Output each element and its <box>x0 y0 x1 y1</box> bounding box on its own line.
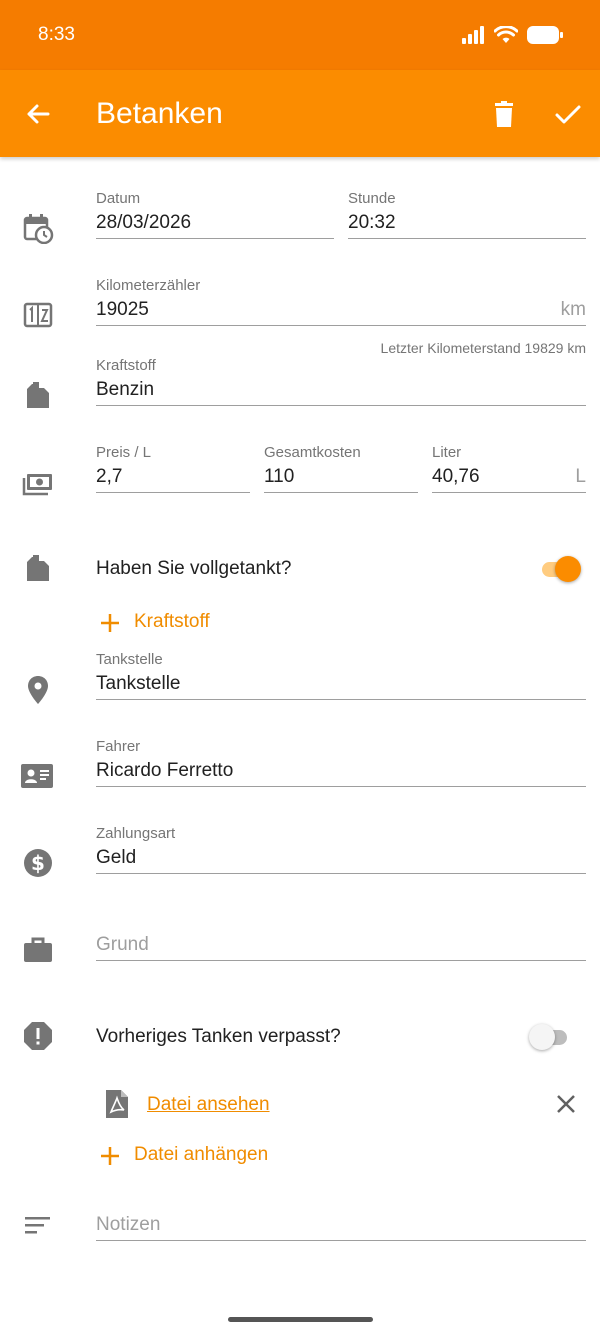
fuel-can-icon <box>27 555 49 581</box>
app-bar: Betanken <box>0 70 600 157</box>
briefcase-icon <box>24 937 52 962</box>
odometer-unit: km <box>560 299 586 320</box>
driver-value: Ricardo Ferretto <box>96 760 234 781</box>
odometer-field[interactable]: Kilometerzähler 19025 km <box>96 277 586 333</box>
full-tank-label: Haben Sie vollgetankt? <box>96 558 292 579</box>
full-tank-toggle[interactable] <box>538 554 582 584</box>
dollar-icon: $ <box>24 849 52 877</box>
liters-label: Liter <box>432 444 462 461</box>
wifi-icon <box>494 26 518 43</box>
total-cost-value: 110 <box>264 466 295 487</box>
liters-value: 40,76 <box>432 466 480 487</box>
alert-octagon-icon <box>24 1022 52 1050</box>
attach-file-button[interactable]: Datei anhängen <box>134 1144 268 1166</box>
odometer-icon <box>23 302 53 328</box>
view-file-link[interactable]: Datei ansehen <box>147 1094 270 1116</box>
missed-refuel-label: Vorheriges Tanken verpasst? <box>96 1026 341 1047</box>
price-field[interactable]: Preis / L 2,7 <box>96 444 250 500</box>
driver-field[interactable]: Fahrer Ricardo Ferretto <box>96 738 586 794</box>
liters-field[interactable]: Liter 40,76 L <box>432 444 586 500</box>
odometer-value: 19025 <box>96 299 149 320</box>
price-label: Preis / L <box>96 444 152 461</box>
check-icon[interactable] <box>552 98 584 130</box>
add-fuel-button[interactable]: Kraftstoff <box>134 611 210 633</box>
odometer-helper: Letzter Kilometerstand 19829 km <box>380 340 586 356</box>
battery-icon <box>527 26 563 44</box>
location-pin-icon <box>28 676 48 704</box>
status-icons <box>462 24 564 46</box>
fuel-value: Benzin <box>96 379 155 400</box>
plus-icon[interactable] <box>99 612 121 634</box>
id-card-icon <box>21 764 53 788</box>
delete-icon[interactable] <box>488 98 520 130</box>
notes-lines-icon <box>25 1217 50 1234</box>
payment-field[interactable]: Zahlungsart Geld <box>96 825 586 881</box>
back-arrow-icon[interactable] <box>22 98 54 130</box>
notes-placeholder: Notizen <box>96 1214 161 1235</box>
home-indicator <box>228 1317 373 1322</box>
reason-placeholder: Grund <box>96 934 149 955</box>
payment-value: Geld <box>96 847 137 868</box>
odometer-label: Kilometerzähler <box>96 277 201 294</box>
date-label: Datum <box>96 190 141 207</box>
reason-field[interactable]: Grund <box>96 912 586 968</box>
price-value: 2,7 <box>96 466 123 487</box>
svg-text:$: $ <box>31 851 45 875</box>
payment-label: Zahlungsart <box>96 825 176 842</box>
station-field[interactable]: Tankstelle Tankstelle <box>96 651 586 707</box>
fuel-field[interactable]: Kraftstoff Benzin <box>96 357 586 413</box>
close-icon[interactable] <box>555 1093 577 1115</box>
page-title: Betanken <box>96 97 223 130</box>
calendar-clock-icon <box>23 214 54 244</box>
total-cost-field[interactable]: Gesamtkosten 110 <box>264 444 418 500</box>
status-bar: 8:33 <box>0 0 600 70</box>
date-value: 28/03/2026 <box>96 212 192 233</box>
status-time: 8:33 <box>38 24 75 45</box>
fuel-can-icon <box>27 382 49 408</box>
pdf-file-icon <box>106 1090 128 1118</box>
station-label: Tankstelle <box>96 651 163 668</box>
notes-field[interactable]: Notizen <box>96 1196 586 1244</box>
total-cost-label: Gesamtkosten <box>264 444 361 461</box>
liters-unit: L <box>575 466 586 487</box>
fuel-label: Kraftstoff <box>96 357 156 374</box>
hour-label: Stunde <box>348 190 396 207</box>
signal-icon <box>462 26 484 44</box>
plus-icon[interactable] <box>99 1145 121 1167</box>
hour-value: 20:32 <box>348 212 396 233</box>
money-icon <box>22 474 52 496</box>
missed-refuel-toggle[interactable] <box>527 1022 571 1052</box>
driver-label: Fahrer <box>96 738 141 755</box>
date-field[interactable]: Datum 28/03/2026 <box>96 190 334 246</box>
hour-field[interactable]: Stunde 20:32 <box>348 190 586 246</box>
station-value: Tankstelle <box>96 673 181 694</box>
